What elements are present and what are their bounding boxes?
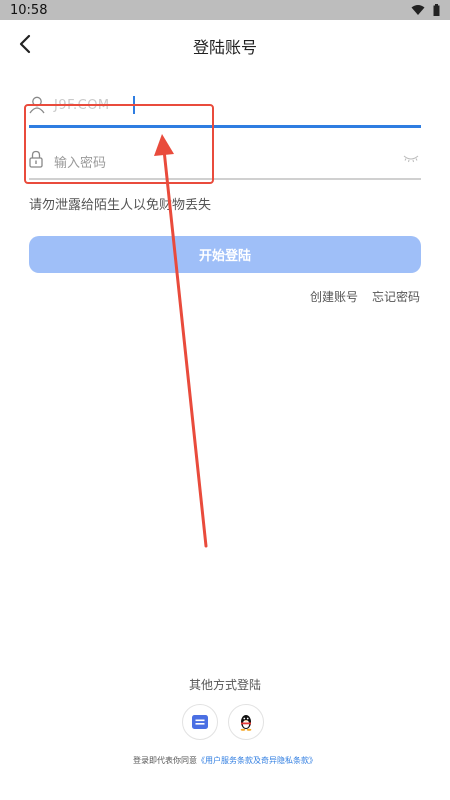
message-login-button[interactable] — [182, 704, 218, 740]
battery-icon — [433, 4, 440, 16]
qq-login-button[interactable] — [228, 704, 264, 740]
status-time: 10:58 — [10, 2, 48, 18]
forgot-password-link[interactable]: 忘记密码 — [372, 288, 420, 305]
password-field[interactable]: 输入密码 — [29, 146, 421, 180]
status-icons — [411, 4, 440, 16]
page-title: 登陆账号 — [192, 38, 257, 57]
username-value[interactable]: J9F.COM — [54, 98, 110, 113]
qq-penguin-icon — [240, 715, 252, 731]
text-caret — [133, 96, 135, 114]
password-underline — [29, 178, 421, 180]
social-login — [182, 704, 264, 740]
header: 登陆账号 — [0, 28, 450, 62]
agreement-text: 登录即代表你同意《用户服务条款及奇异隐私条款》 — [0, 755, 450, 766]
password-placeholder[interactable]: 输入密码 — [54, 152, 106, 171]
message-icon — [192, 715, 208, 729]
agreement-prefix: 登录即代表你同意 — [133, 756, 197, 765]
security-warning: 请勿泄露给陌生人以免财物丢失 — [29, 198, 212, 213]
other-login-title: 其他方式登陆 — [188, 678, 261, 692]
username-underline — [29, 125, 421, 128]
eye-closed-icon[interactable] — [403, 154, 419, 164]
user-icon — [29, 96, 45, 114]
wifi-icon — [411, 5, 425, 15]
account-links: 创建账号 忘记密码 — [310, 288, 420, 305]
lock-icon — [29, 150, 43, 168]
create-account-link[interactable]: 创建账号 — [310, 288, 358, 305]
terms-link[interactable]: 《用户服务条款及奇异隐私条款》 — [197, 756, 317, 765]
login-button[interactable]: 开始登陆 — [29, 236, 421, 273]
username-field[interactable]: J9F.COM — [29, 90, 421, 128]
status-bar: 10:58 — [0, 0, 450, 20]
